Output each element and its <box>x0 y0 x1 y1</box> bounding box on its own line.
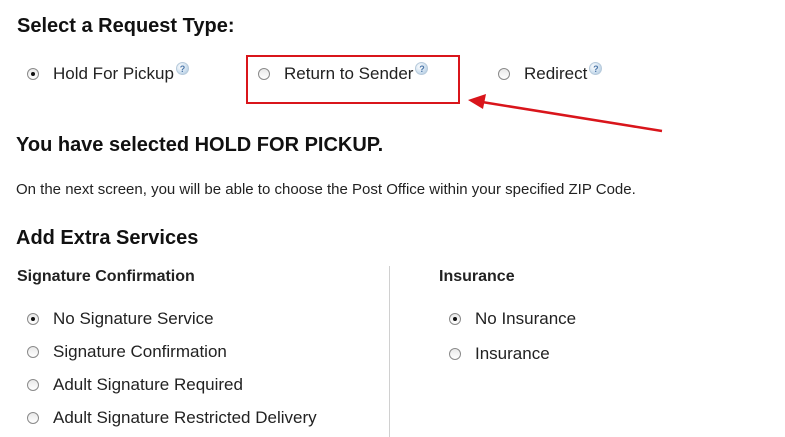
arrow-line <box>481 100 663 133</box>
signature-confirmation-heading: Signature Confirmation <box>17 268 195 285</box>
extra-services-title: Add Extra Services <box>16 227 199 249</box>
hold-for-pickup-label: Hold For Pickup <box>53 64 174 83</box>
request-option-redirect[interactable]: Redirect ? <box>498 61 603 84</box>
adult-signature-required-radio[interactable] <box>27 379 39 391</box>
help-icon[interactable]: ? <box>589 61 603 75</box>
insurance-heading: Insurance <box>439 268 515 285</box>
signature-confirmation-radio[interactable] <box>27 346 39 358</box>
signature-option-adult-required[interactable]: Adult Signature Required <box>27 375 243 395</box>
request-option-hold-for-pickup[interactable]: Hold For Pickup ? <box>27 61 189 84</box>
no-insurance-label: No Insurance <box>475 309 577 328</box>
column-divider <box>389 266 390 437</box>
selected-info-text: On the next screen, you will be able to … <box>16 181 636 198</box>
highlight-box <box>246 55 460 104</box>
help-icon[interactable]: ? <box>175 61 189 75</box>
no-signature-label: No Signature Service <box>53 309 214 328</box>
adult-signature-required-label: Adult Signature Required <box>53 375 243 394</box>
insurance-option-insurance[interactable]: Insurance <box>449 344 550 364</box>
insurance-radio[interactable] <box>449 348 461 360</box>
adult-signature-restricted-radio[interactable] <box>27 412 39 424</box>
insurance-option-no-insurance[interactable]: No Insurance <box>449 309 576 329</box>
adult-signature-restricted-label: Adult Signature Restricted Delivery <box>53 408 317 427</box>
signature-option-signature-confirmation[interactable]: Signature Confirmation <box>27 342 227 362</box>
insurance-label: Insurance <box>475 344 550 363</box>
redirect-radio[interactable] <box>498 68 510 80</box>
no-signature-radio[interactable] <box>27 313 39 325</box>
signature-confirmation-label: Signature Confirmation <box>53 342 227 361</box>
annotation-arrow <box>468 94 663 133</box>
signature-option-adult-restricted[interactable]: Adult Signature Restricted Delivery <box>27 408 317 428</box>
no-insurance-radio[interactable] <box>449 313 461 325</box>
arrow-head <box>468 94 486 109</box>
request-type-title: Select a Request Type: <box>17 15 235 37</box>
hold-for-pickup-radio[interactable] <box>27 68 39 80</box>
redirect-label: Redirect <box>524 64 588 83</box>
signature-option-no-signature[interactable]: No Signature Service <box>27 309 214 329</box>
selected-heading: You have selected HOLD FOR PICKUP. <box>16 134 384 156</box>
